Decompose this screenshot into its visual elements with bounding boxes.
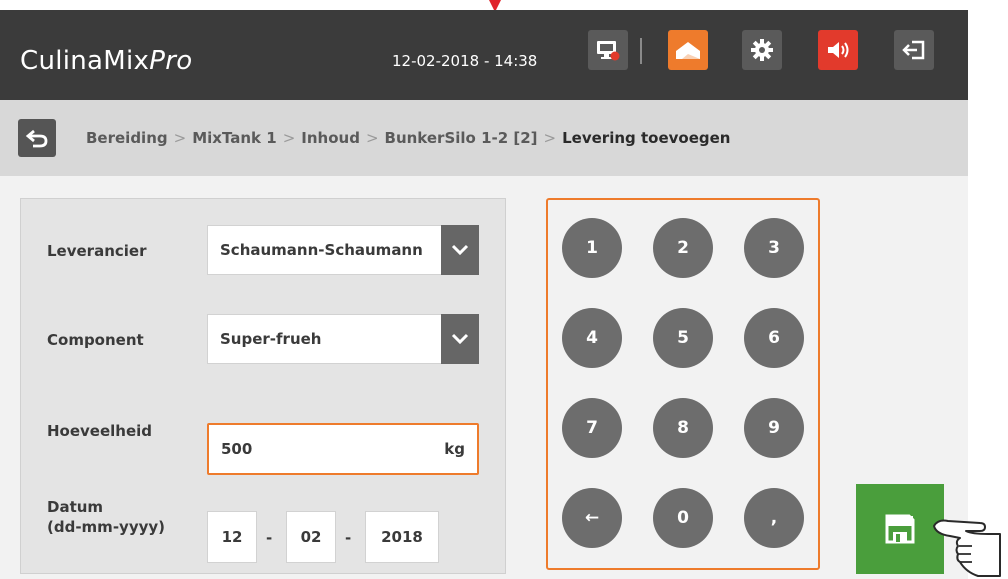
date-month-input[interactable]: 02 bbox=[286, 511, 336, 563]
app-title-main: CulinaMix bbox=[20, 46, 150, 76]
key-3[interactable]: 3 bbox=[744, 218, 804, 278]
breadcrumb-separator: > bbox=[365, 129, 379, 147]
component-value: Super-frueh bbox=[220, 330, 322, 348]
speaker-icon bbox=[828, 42, 849, 58]
supplier-dropdown-button[interactable] bbox=[441, 225, 479, 275]
component-label: Component bbox=[47, 331, 144, 349]
logout-button[interactable] bbox=[894, 30, 934, 70]
key-6[interactable]: 6 bbox=[744, 308, 804, 368]
breadcrumb: Bereiding > MixTank 1 > Inhoud > BunkerSilo 1-… bbox=[86, 129, 730, 147]
breadcrumb-separator: > bbox=[543, 129, 557, 147]
header-divider bbox=[640, 38, 642, 64]
numeric-keypad: 1 2 3 4 5 6 7 8 9 ← 0 , bbox=[546, 198, 820, 570]
supplier-value: Schaumann-Schaumann bbox=[220, 241, 423, 259]
component-select[interactable]: Super-frueh bbox=[207, 314, 479, 364]
date-day-input[interactable]: 12 bbox=[207, 511, 257, 563]
quantity-label: Hoeveelheid bbox=[47, 422, 153, 440]
key-4[interactable]: 4 bbox=[562, 308, 622, 368]
delivery-form: Leverancier Schaumann-Schaumann Componen… bbox=[20, 198, 506, 574]
date-year-input[interactable]: 2018 bbox=[365, 511, 439, 563]
component-dropdown-button[interactable] bbox=[441, 314, 479, 364]
date-label: Datum (dd-mm-yyyy) bbox=[47, 497, 165, 537]
breadcrumb-bar: Bereiding > MixTank 1 > Inhoud > BunkerSilo 1-… bbox=[0, 100, 968, 176]
key-backspace[interactable]: ← bbox=[562, 488, 622, 548]
back-arrow-icon bbox=[25, 129, 48, 148]
sound-button[interactable] bbox=[818, 30, 858, 70]
pointing-hand-icon bbox=[933, 519, 1001, 577]
datetime: 12-02-2018 - 14:38 bbox=[392, 52, 538, 70]
breadcrumb-item-bunkersilo[interactable]: BunkerSilo 1-2 [2] bbox=[385, 129, 538, 147]
gear-icon bbox=[751, 39, 773, 61]
date-label-format: (dd-mm-yyyy) bbox=[47, 518, 166, 536]
key-9[interactable]: 9 bbox=[744, 398, 804, 458]
date-label-title: Datum bbox=[47, 498, 104, 516]
key-0[interactable]: 0 bbox=[653, 488, 713, 548]
app-title: CulinaMixPro bbox=[20, 46, 192, 76]
breadcrumb-current: Levering toevoegen bbox=[562, 129, 731, 147]
key-2[interactable]: 2 bbox=[653, 218, 713, 278]
breadcrumb-item-inhoud[interactable]: Inhoud bbox=[301, 129, 360, 147]
main-area: Leverancier Schaumann-Schaumann Componen… bbox=[0, 176, 1001, 579]
chevron-down-icon bbox=[451, 244, 469, 256]
breadcrumb-separator: > bbox=[173, 129, 187, 147]
supplier-label: Leverancier bbox=[47, 242, 147, 260]
home-icon bbox=[676, 42, 700, 59]
save-icon bbox=[885, 514, 915, 544]
settings-button[interactable] bbox=[742, 30, 782, 70]
chevron-down-icon bbox=[451, 333, 469, 345]
quantity-input[interactable]: 500 kg bbox=[207, 423, 479, 475]
key-7[interactable]: 7 bbox=[562, 398, 622, 458]
key-5[interactable]: 5 bbox=[653, 308, 713, 368]
back-button[interactable] bbox=[18, 119, 56, 157]
breadcrumb-item-mixtank[interactable]: MixTank 1 bbox=[192, 129, 276, 147]
date-separator: - bbox=[266, 529, 273, 547]
date-separator: - bbox=[345, 529, 352, 547]
monitor-button[interactable] bbox=[588, 30, 628, 70]
breadcrumb-separator: > bbox=[282, 129, 296, 147]
home-button[interactable] bbox=[668, 30, 708, 70]
breadcrumb-item-bereiding[interactable]: Bereiding bbox=[86, 129, 168, 147]
key-1[interactable]: 1 bbox=[562, 218, 622, 278]
monitor-icon bbox=[597, 41, 620, 61]
quantity-unit: kg bbox=[444, 440, 465, 458]
key-8[interactable]: 8 bbox=[653, 398, 713, 458]
supplier-select[interactable]: Schaumann-Schaumann bbox=[207, 225, 479, 275]
logout-icon bbox=[902, 40, 925, 60]
quantity-value: 500 bbox=[221, 440, 253, 458]
key-comma[interactable]: , bbox=[744, 488, 804, 548]
app-title-suffix: Pro bbox=[149, 46, 193, 76]
